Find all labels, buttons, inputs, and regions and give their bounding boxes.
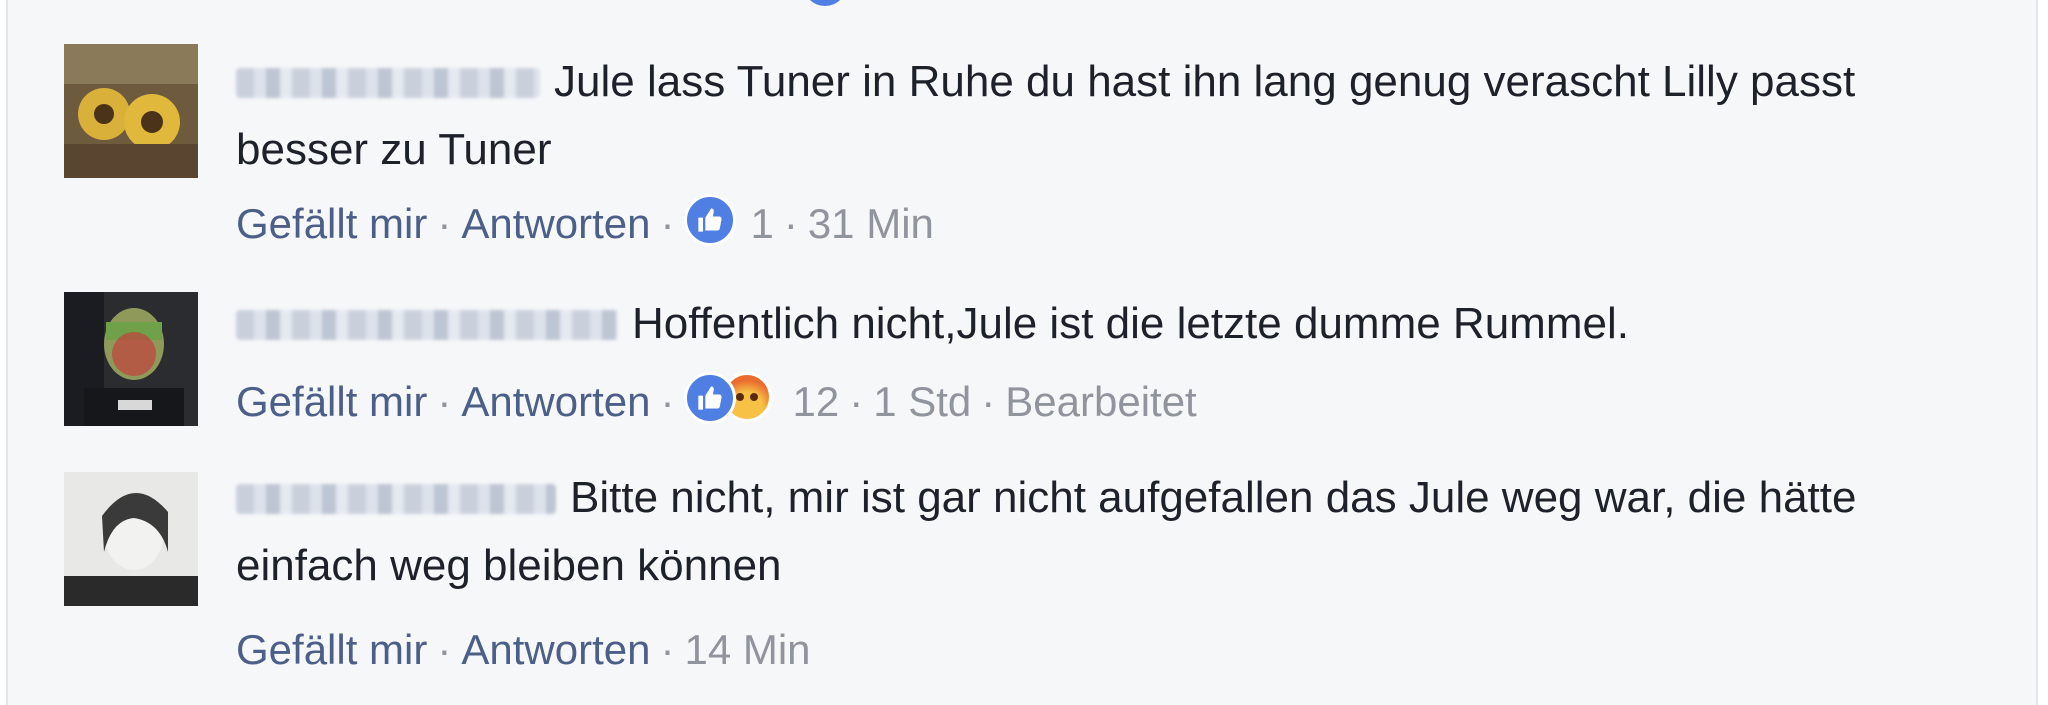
- reaction-indicator: [803, 0, 847, 6]
- reply-link[interactable]: Antworten: [461, 378, 650, 425]
- separator: ·: [660, 200, 675, 247]
- comment-body: Bitte nicht, mir ist gar nicht aufgefall…: [236, 472, 1996, 673]
- timestamp[interactable]: 1 Std: [873, 378, 971, 425]
- comments-panel: Jule lass Tuner in Ruhe du hast ihn lang…: [6, 0, 2038, 705]
- like-icon: [684, 372, 737, 424]
- timestamp[interactable]: 14 Min: [684, 626, 810, 673]
- comment-body: Hoffentlich nicht,Jule ist die letzte du…: [236, 292, 1996, 425]
- avatar[interactable]: [64, 44, 198, 178]
- reaction-summary[interactable]: [684, 372, 780, 426]
- timestamp[interactable]: 31 Min: [808, 200, 934, 247]
- comment-body: Jule lass Tuner in Ruhe du hast ihn lang…: [236, 44, 1996, 247]
- comment: Jule lass Tuner in Ruhe du hast ihn lang…: [64, 44, 2024, 264]
- reply-link[interactable]: Antworten: [461, 626, 650, 673]
- separator: ·: [437, 378, 452, 425]
- author-name[interactable]: [236, 68, 540, 98]
- like-icon: [684, 194, 737, 246]
- avatar[interactable]: [64, 292, 198, 426]
- separator: ·: [783, 200, 798, 247]
- reaction-summary[interactable]: [684, 194, 738, 248]
- separator: ·: [849, 378, 864, 425]
- avatar[interactable]: [64, 472, 198, 606]
- edited-label[interactable]: Bearbeitet: [1005, 378, 1196, 425]
- like-link[interactable]: Gefällt mir: [236, 626, 427, 673]
- like-link[interactable]: Gefällt mir: [236, 378, 427, 425]
- comment-actions: Gefällt mir · Antworten · 14 Min: [236, 620, 811, 680]
- reaction-count[interactable]: 1: [750, 200, 773, 247]
- author-name[interactable]: [236, 310, 618, 340]
- separator: ·: [437, 200, 452, 247]
- comment-actions: Gefällt mir · Antworten · 12 · 1 Std · Bearbeite…: [236, 372, 1197, 432]
- comment: Hoffentlich nicht,Jule ist die letzte du…: [64, 292, 2024, 432]
- separator: ·: [981, 378, 996, 425]
- separator: ·: [437, 626, 452, 673]
- like-link[interactable]: Gefällt mir: [236, 200, 427, 247]
- reply-link[interactable]: Antworten: [461, 200, 650, 247]
- comment-text: Hoffentlich nicht,Jule ist die letzte du…: [632, 299, 1629, 348]
- comment: Bitte nicht, mir ist gar nicht aufgefall…: [64, 472, 2024, 692]
- separator: ·: [660, 378, 675, 425]
- author-name[interactable]: [236, 484, 556, 514]
- separator: ·: [660, 626, 675, 673]
- reaction-count[interactable]: 12: [792, 378, 839, 425]
- comment-actions: Gefällt mir · Antworten · 1 · 31 Min: [236, 194, 934, 254]
